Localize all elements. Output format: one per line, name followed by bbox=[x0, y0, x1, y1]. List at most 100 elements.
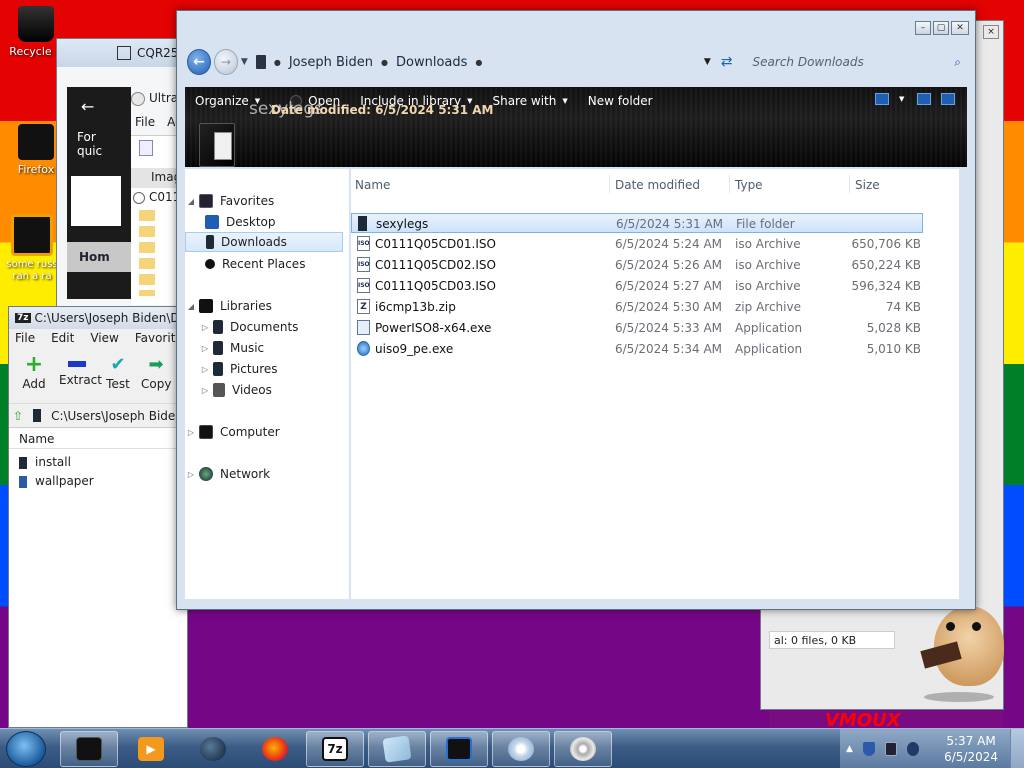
network-tray-icon[interactable] bbox=[884, 742, 897, 756]
column-header-type[interactable]: Type bbox=[735, 178, 763, 192]
search-icon[interactable]: ⌕ bbox=[954, 55, 961, 70]
name-column-header[interactable]: Name bbox=[9, 427, 187, 449]
chevron-down-icon[interactable]: ▼ bbox=[899, 93, 907, 105]
recent-pages-dropdown[interactable]: ▼ bbox=[241, 57, 248, 67]
nav-network[interactable]: ▷ Network bbox=[185, 464, 270, 484]
taskbar-disc-tool[interactable] bbox=[492, 731, 550, 767]
expand-arrow-icon[interactable]: ▷ bbox=[185, 470, 197, 479]
file-row[interactable]: ISO C0111Q05CD02.ISO 6/5/2024 5:26 AM is… bbox=[351, 255, 923, 275]
help-icon[interactable] bbox=[941, 93, 955, 105]
back-arrow-icon[interactable]: ← bbox=[67, 87, 131, 126]
nav-videos[interactable]: ▷ Videos bbox=[199, 380, 272, 400]
taskbar-7zip[interactable]: 7z bbox=[306, 731, 364, 767]
explorer-window[interactable]: – ▢ ✕ ← → ▼ ● Joseph Biden ● Downloads ●… bbox=[176, 10, 976, 610]
add-button[interactable]: + Add bbox=[17, 353, 51, 399]
show-hidden-icons-icon[interactable]: ▲ bbox=[846, 744, 853, 754]
expand-arrow-icon[interactable]: ▷ bbox=[185, 428, 197, 437]
nav-documents[interactable]: ▷ Documents bbox=[199, 317, 298, 337]
taskbar-globe[interactable] bbox=[184, 731, 242, 767]
test-button[interactable]: ✔ Test bbox=[103, 353, 133, 399]
address-dropdown[interactable]: ▼ bbox=[704, 57, 711, 67]
column-separator[interactable] bbox=[849, 175, 850, 193]
nav-computer[interactable]: ▷ Computer bbox=[185, 422, 280, 442]
taskbar-media-player[interactable]: ▶ bbox=[122, 731, 180, 767]
breadcrumb-separator[interactable]: ● bbox=[381, 58, 388, 67]
volume-icon[interactable] bbox=[906, 742, 919, 756]
column-header-size[interactable]: Size bbox=[855, 178, 880, 192]
new-folder-button[interactable]: New folder bbox=[578, 94, 663, 108]
nav-downloads[interactable]: Downloads bbox=[185, 232, 343, 252]
desktop-icon-document[interactable]: some russ ran a ra bbox=[2, 214, 62, 283]
file-row[interactable]: ISO C0111Q05CD03.ISO 6/5/2024 5:27 AM is… bbox=[351, 276, 923, 296]
breadcrumb-downloads[interactable]: Downloads bbox=[396, 55, 467, 70]
file-row[interactable]: PowerISO8-x64.exe 6/5/2024 5:33 AM Appli… bbox=[351, 318, 923, 338]
button-label: Organize bbox=[195, 94, 249, 108]
close-button[interactable]: ✕ bbox=[951, 21, 969, 35]
nav-favorites[interactable]: ◢ Favorites bbox=[185, 191, 274, 211]
tree-root[interactable]: C011 bbox=[133, 190, 180, 204]
preview-pane-icon[interactable] bbox=[917, 93, 931, 105]
close-icon[interactable]: × bbox=[983, 25, 999, 39]
taskbar-explorer[interactable] bbox=[60, 731, 118, 767]
menu-file[interactable]: File bbox=[15, 331, 35, 347]
folder-icon bbox=[19, 475, 27, 488]
nav-music[interactable]: ▷ Music bbox=[199, 338, 264, 358]
refresh-icon[interactable]: ⇄ bbox=[721, 54, 733, 70]
breadcrumb-user[interactable]: Joseph Biden bbox=[289, 55, 373, 70]
arrow-right-icon: ➡ bbox=[148, 354, 164, 375]
share-with-button[interactable]: Share with ▼ bbox=[482, 94, 577, 108]
search-input[interactable]: Search Downloads ⌕ bbox=[746, 51, 968, 73]
security-shield-icon[interactable] bbox=[862, 742, 875, 756]
taskbar-disc-burner[interactable] bbox=[554, 731, 612, 767]
expand-arrow-icon[interactable]: ▷ bbox=[199, 344, 211, 353]
forward-button[interactable]: → bbox=[213, 49, 238, 75]
start-button[interactable] bbox=[6, 731, 46, 767]
breadcrumb-separator[interactable]: ● bbox=[475, 58, 482, 67]
minimize-button[interactable]: – bbox=[915, 21, 931, 35]
list-item[interactable]: wallpaper bbox=[19, 472, 177, 491]
taskbar-notes[interactable] bbox=[368, 731, 426, 767]
clock[interactable]: 5:37 AM 6/5/2024 bbox=[944, 733, 998, 765]
show-desktop-button[interactable] bbox=[1010, 729, 1024, 768]
file-size: 74 KB bbox=[885, 300, 921, 314]
new-file-icon[interactable] bbox=[139, 140, 153, 156]
file-row[interactable]: uiso9_pe.exe 6/5/2024 5:34 AM Applicatio… bbox=[351, 339, 923, 359]
copy-button[interactable]: ➡ Copy bbox=[141, 353, 171, 399]
breadcrumb[interactable]: ● Joseph Biden ● Downloads ● bbox=[255, 55, 704, 70]
poweriso-app-icon bbox=[357, 320, 370, 335]
taskbar-firefox[interactable] bbox=[246, 731, 304, 767]
column-header-date[interactable]: Date modified bbox=[615, 178, 700, 192]
nav-label: Pictures bbox=[230, 362, 278, 376]
column-separator[interactable] bbox=[729, 175, 730, 193]
expand-arrow-icon[interactable]: ◢ bbox=[185, 302, 197, 311]
nav-desktop[interactable]: Desktop bbox=[203, 212, 276, 232]
nav-pictures[interactable]: ▷ Pictures bbox=[199, 359, 278, 379]
path-input[interactable]: C:\Users\Joseph Bide bbox=[51, 409, 175, 423]
expand-arrow-icon[interactable]: ▷ bbox=[199, 323, 211, 332]
change-view-icon[interactable] bbox=[875, 93, 889, 105]
nav-recent-places[interactable]: Recent Places bbox=[203, 254, 305, 274]
nav-libraries[interactable]: ◢ Libraries bbox=[185, 296, 272, 316]
column-header-name[interactable]: Name bbox=[355, 178, 390, 192]
maximize-button[interactable]: ▢ bbox=[933, 21, 949, 35]
file-row[interactable]: sexylegs 6/5/2024 5:31 AM File folder bbox=[351, 213, 923, 233]
file-row[interactable]: ISO C0111Q05CD01.ISO 6/5/2024 5:24 AM is… bbox=[351, 234, 923, 254]
menu-edit[interactable]: Edit bbox=[51, 331, 74, 347]
folder-up-icon[interactable]: ⇧ bbox=[13, 409, 23, 423]
extract-button[interactable]: Extract bbox=[59, 353, 102, 399]
expand-arrow-icon[interactable]: ▷ bbox=[199, 386, 211, 395]
sevenzip-titlebar[interactable]: 7z C:\Users\Joseph Biden\Dow bbox=[9, 307, 187, 329]
breadcrumb-separator[interactable]: ● bbox=[274, 58, 281, 67]
back-button[interactable]: ← bbox=[187, 49, 211, 75]
menu-view[interactable]: View bbox=[90, 331, 118, 347]
expand-arrow-icon[interactable]: ◢ bbox=[185, 197, 197, 206]
taskbar-monitor[interactable] bbox=[430, 731, 488, 767]
file-type: Application bbox=[735, 321, 803, 335]
file-row[interactable]: Z i6cmp13b.zip 6/5/2024 5:30 AM zip Arch… bbox=[351, 297, 923, 317]
home-tab[interactable]: Hom bbox=[67, 242, 131, 272]
list-item[interactable]: install bbox=[19, 453, 177, 472]
sevenzip-window[interactable]: 7z C:\Users\Joseph Biden\Dow File Edit V… bbox=[8, 306, 189, 728]
expand-arrow-icon[interactable]: ▷ bbox=[199, 365, 211, 374]
column-separator[interactable] bbox=[609, 175, 610, 193]
menu-file[interactable]: File bbox=[135, 115, 155, 129]
